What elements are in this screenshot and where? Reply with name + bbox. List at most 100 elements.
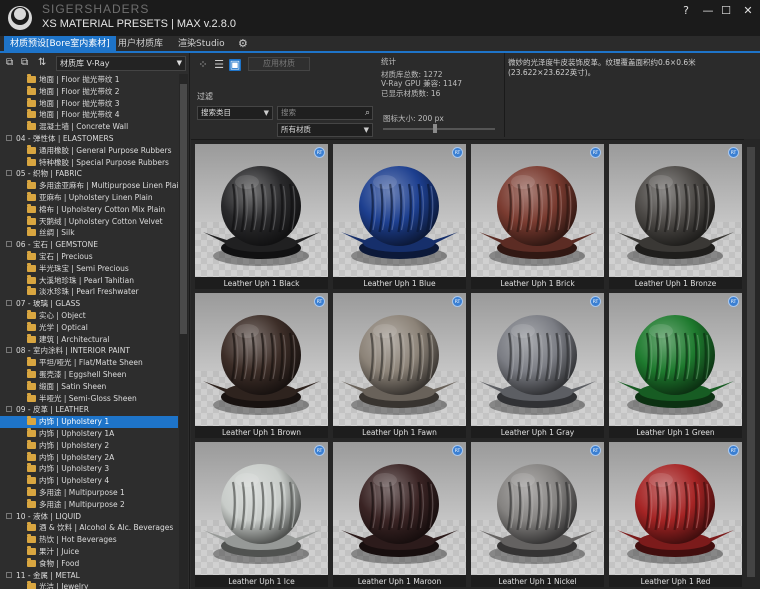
material-preview[interactable]	[195, 293, 328, 426]
tree-item[interactable]: 缎面 | Satin Sheen	[0, 380, 178, 393]
tree-category[interactable]: 09 - 皮革 | LEATHER	[0, 404, 178, 416]
material-preview[interactable]	[333, 144, 466, 277]
tree-category[interactable]: 07 - 玻璃 | GLASS	[0, 298, 178, 310]
tree-item[interactable]: 内饰 | Upholstery 4	[0, 475, 178, 487]
expand-toggle-icon[interactable]	[6, 241, 12, 248]
tree-item[interactable]: 天鹅绒 | Upholstery Cotton Velvet	[0, 215, 178, 228]
tree-category[interactable]: 04 - 弹性体 | ELASTOMERS	[0, 133, 178, 145]
maximize-button[interactable]: ☐	[716, 3, 736, 19]
tree-item[interactable]: 棉布 | Upholstery Cotton Mix Plain	[0, 203, 178, 216]
tree-item[interactable]: 果汁 | Juice	[0, 546, 178, 558]
tree-item[interactable]: 内饰 | Upholstery 1	[0, 416, 178, 429]
collapse-all-icon[interactable]: ⧉	[21, 57, 28, 69]
tab-user-library[interactable]: 用户材质库	[112, 36, 169, 52]
tree-item[interactable]: 光学 | Optical	[0, 321, 178, 334]
assign-material-button[interactable]: 应用材质	[248, 57, 310, 71]
tree-category[interactable]: 05 - 织物 | FABRIC	[0, 168, 178, 180]
tree-item[interactable]: 光洁 | Jewelry	[0, 581, 178, 589]
material-tile[interactable]: RT Leather Uph 1 Brick	[471, 144, 604, 289]
material-preview[interactable]	[609, 442, 742, 575]
material-type-select[interactable]: 所有材质 ▼	[277, 123, 373, 137]
material-preview[interactable]	[471, 144, 604, 277]
tree-category[interactable]: 06 - 宝石 | GEMSTONE	[0, 239, 178, 251]
tree-item[interactable]: 大溪地珍珠 | Pearl Tahitian	[0, 274, 178, 287]
tree-item[interactable]: 多用途 | Multipurpose 2	[0, 498, 178, 511]
material-tile[interactable]: RT Leather Uph 1 Ice	[195, 442, 328, 587]
material-tile[interactable]: RT Leather Uph 1 Gray	[471, 293, 604, 438]
tab-presets[interactable]: 材质预设[Bore室内素材]	[4, 36, 116, 52]
expand-toggle-icon[interactable]	[6, 406, 12, 413]
close-button[interactable]: ✕	[738, 3, 758, 19]
material-preview[interactable]	[609, 144, 742, 277]
tree-item[interactable]: 混凝土墙 | Concrete Wall	[0, 121, 178, 133]
tree-item[interactable]: 热饮 | Hot Beverages	[0, 534, 178, 546]
icon-size-slider[interactable]	[383, 128, 495, 130]
material-preview[interactable]	[471, 442, 604, 575]
tree-item[interactable]: 建筑 | Architectural	[0, 333, 178, 346]
tree-item[interactable]: 食物 | Food	[0, 557, 178, 570]
tree-item[interactable]: 内饰 | Upholstery 2A	[0, 451, 178, 464]
material-preview[interactable]	[333, 442, 466, 575]
material-preview[interactable]	[195, 144, 328, 277]
tree-category[interactable]: 10 - 液体 | LIQUID	[0, 511, 178, 523]
material-tile[interactable]: RT Leather Uph 1 Brown	[195, 293, 328, 438]
material-tile[interactable]: RT Leather Uph 1 Red	[609, 442, 742, 587]
tree-item[interactable]: 平坦/哑光 | Flat/Matte Sheen	[0, 357, 178, 369]
expand-toggle-icon[interactable]	[6, 170, 12, 177]
material-preview[interactable]	[333, 293, 466, 426]
material-tile[interactable]: RT Leather Uph 1 Black	[195, 144, 328, 289]
tree-item[interactable]: 实心 | Object	[0, 310, 178, 322]
grid-scrollbar[interactable]	[744, 139, 760, 589]
material-tile[interactable]: RT Leather Uph 1 Blue	[333, 144, 466, 289]
icon-size-slider-handle[interactable]	[432, 124, 437, 133]
tree-item[interactable]: 通用橡胶 | General Purpose Rubbers	[0, 144, 178, 157]
material-tile[interactable]: RT Leather Uph 1 Nickel	[471, 442, 604, 587]
expand-toggle-icon[interactable]	[6, 300, 12, 307]
search-input[interactable]: 搜索 ⌕	[277, 106, 373, 120]
grid-view-icon[interactable]: ⁘	[197, 59, 209, 71]
grid-scrollbar-thumb[interactable]	[747, 147, 755, 577]
expand-toggle-icon[interactable]	[6, 512, 12, 519]
tree-item[interactable]: 淡水珍珠 | Pearl Freshwater	[0, 286, 178, 298]
tree-item[interactable]: 宝石 | Precious	[0, 251, 178, 263]
tree-item[interactable]: 地面 | Floor 抛光带纹 2	[0, 85, 178, 98]
tree-item[interactable]: 半光珠宝 | Semi Precious	[0, 262, 178, 275]
tree-item[interactable]: 地面 | Floor 抛光带纹 1	[0, 74, 178, 86]
tree-item[interactable]: 特种橡胶 | Special Purpose Rubbers	[0, 156, 178, 169]
material-tile[interactable]: RT Leather Uph 1 Green	[609, 293, 742, 438]
list-view-icon[interactable]: ☰	[213, 59, 225, 71]
expand-all-icon[interactable]: ⧉	[6, 57, 13, 69]
material-preview[interactable]	[609, 293, 742, 426]
sort-icon[interactable]: ⇅	[38, 57, 46, 69]
save-icon[interactable]: ▣	[229, 59, 241, 71]
tree-item[interactable]: 内饰 | Upholstery 2	[0, 439, 178, 452]
search-icon[interactable]: ⌕	[365, 107, 370, 119]
tree-item[interactable]: 多用途 | Multipurpose 1	[0, 487, 178, 499]
tree-item[interactable]: 亚麻布 | Upholstery Linen Plain	[0, 192, 178, 204]
expand-toggle-icon[interactable]	[6, 135, 12, 141]
tree-scrollbar-thumb[interactable]	[180, 84, 187, 334]
tree-item[interactable]: 酒 & 饮料 | Alcohol & Alc. Beverages	[0, 522, 178, 534]
tree-category[interactable]: 08 - 室内涂料 | INTERIOR PAINT	[0, 345, 178, 357]
material-preview[interactable]	[471, 293, 604, 426]
material-tile[interactable]: RT Leather Uph 1 Fawn	[333, 293, 466, 438]
tree-item[interactable]: 内饰 | Upholstery 3	[0, 463, 178, 475]
material-tile[interactable]: RT Leather Uph 1 Bronze	[609, 144, 742, 289]
help-button[interactable]: ?	[676, 3, 696, 19]
material-preview[interactable]	[195, 442, 328, 575]
expand-toggle-icon[interactable]	[6, 571, 12, 578]
tree-item[interactable]: 蛋壳漆 | Eggshell Sheen	[0, 369, 178, 381]
tree-item[interactable]: 内饰 | Upholstery 1A	[0, 428, 178, 440]
settings-gear-icon[interactable]: ⚙	[232, 36, 254, 52]
tab-render-studio[interactable]: 渲染Studio	[172, 36, 231, 52]
expand-toggle-icon[interactable]	[6, 347, 12, 354]
tree-item[interactable]: 地面 | Floor 抛光带纹 4	[0, 109, 178, 121]
material-tile[interactable]: RT Leather Uph 1 Maroon	[333, 442, 466, 587]
tree-item[interactable]: 半哑光 | Semi-Gloss Sheen	[0, 392, 178, 405]
minimize-button[interactable]: —	[698, 3, 718, 19]
tree-item[interactable]: 多用途亚麻布 | Multipurpose Linen Plai	[0, 180, 178, 192]
tree-scrollbar[interactable]	[179, 74, 188, 589]
tree-item[interactable]: 地面 | Floor 抛光带纹 3	[0, 97, 178, 110]
tree-category[interactable]: 11 - 金属 | METAL	[0, 570, 178, 582]
category-select[interactable]: 搜索类目 ▼	[197, 106, 273, 120]
